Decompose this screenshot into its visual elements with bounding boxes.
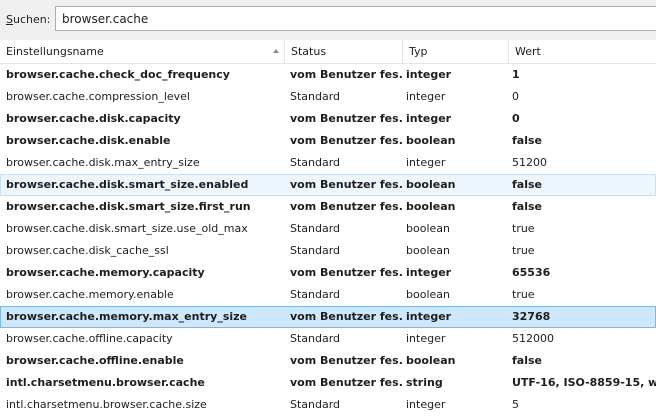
search-bar: Suchen: — [0, 0, 656, 41]
column-header-type[interactable]: Typ — [403, 40, 509, 63]
cell-status: Standard — [290, 332, 341, 345]
table-row[interactable]: browser.cache.disk_cache_ssl Standard bool… — [0, 240, 656, 262]
cell-type: boolean — [406, 354, 456, 367]
cell-name: browser.cache.disk.max_entry_size — [6, 156, 200, 169]
search-label: Suchen: — [6, 13, 51, 26]
cell-name: browser.cache.memory.enable — [6, 288, 174, 301]
cell-type: string — [406, 376, 443, 389]
cell-status: Standard — [290, 156, 341, 169]
cell-name: browser.cache.offline.capacity — [6, 332, 173, 345]
cell-status: vom Benutzer fes... — [290, 200, 403, 213]
cell-value: 32768 — [512, 310, 551, 323]
cell-name: browser.cache.disk.capacity — [6, 112, 181, 125]
cell-value: 65536 — [512, 266, 551, 279]
cell-name: browser.cache.disk_cache_ssl — [6, 244, 169, 257]
cell-type: integer — [406, 310, 452, 323]
cell-name: browser.cache.memory.capacity — [6, 266, 205, 279]
table-row[interactable]: browser.cache.offline.capacity Standard in… — [0, 328, 656, 350]
cell-name: intl.charsetmenu.browser.cache.size — [6, 398, 207, 411]
cell-type: integer — [406, 68, 452, 81]
cell-type: boolean — [406, 134, 456, 147]
cell-name: browser.cache.disk.smart_size.enabled — [6, 178, 249, 191]
cell-value: false — [512, 354, 542, 367]
cell-name: browser.cache.compression_level — [6, 90, 190, 103]
table-row[interactable]: browser.cache.disk.smart_size.first_run v… — [0, 196, 656, 218]
cell-value: true — [512, 244, 535, 257]
cell-type: boolean — [406, 222, 450, 235]
table-row[interactable]: browser.cache.disk.smart_size.use_old_ma… — [0, 218, 656, 240]
table-row[interactable]: browser.cache.compression_level Standard i… — [0, 86, 656, 108]
cell-type: integer — [406, 90, 446, 103]
cell-type: boolean — [406, 288, 450, 301]
table-row[interactable]: browser.cache.memory.capacity vom Benutze… — [0, 262, 656, 284]
cell-status: vom Benutzer fes... — [290, 266, 403, 279]
cell-status: Standard — [290, 288, 341, 301]
cell-value: true — [512, 288, 535, 301]
cell-status: vom Benutzer fes... — [290, 376, 403, 389]
cell-name: browser.cache.disk.smart_size.use_old_ma… — [6, 222, 248, 235]
cell-value: 51200 — [512, 156, 547, 169]
cell-value: 1 — [512, 68, 520, 81]
cell-name: browser.cache.memory.max_entry_size — [6, 310, 248, 323]
table-row[interactable]: browser.cache.disk.smart_size.enabled vom… — [0, 174, 656, 196]
cell-status: vom Benutzer fes... — [290, 178, 403, 191]
cell-name: browser.cache.disk.enable — [6, 134, 171, 147]
cell-status: Standard — [290, 398, 341, 411]
cell-type: integer — [406, 156, 446, 169]
cell-status: Standard — [290, 90, 341, 103]
table-row[interactable]: intl.charsetmenu.browser.cache.size Stand… — [0, 394, 656, 416]
table-header: Einstellungsname Status Typ Wert — [0, 40, 656, 64]
cell-status: Standard — [290, 244, 341, 257]
cell-type: boolean — [406, 200, 456, 213]
cell-type: integer — [406, 398, 446, 411]
cell-status: vom Benutzer fes... — [290, 354, 403, 367]
table-row[interactable]: browser.cache.disk.max_entry_size Standar… — [0, 152, 656, 174]
table-row[interactable]: browser.cache.offline.enable vom Benutzer… — [0, 350, 656, 372]
column-header-name[interactable]: Einstellungsname — [0, 40, 285, 63]
table-row[interactable]: browser.cache.memory.enable Standard boole… — [0, 284, 656, 306]
search-input[interactable] — [55, 6, 656, 31]
table-row[interactable]: browser.cache.check_doc_frequency vom Ben… — [0, 64, 656, 86]
table-row[interactable]: browser.cache.disk.enable vom Benutzer fe… — [0, 130, 656, 152]
table-body: browser.cache.check_doc_frequencyvom Ben… — [0, 64, 656, 416]
cell-name: browser.cache.check_doc_frequency — [6, 68, 230, 81]
cell-value: 0 — [512, 112, 520, 125]
cell-status: Standard — [290, 222, 341, 235]
column-header-value[interactable]: Wert — [509, 40, 656, 63]
table-row[interactable]: browser.cache.memory.max_entry_size vom B… — [0, 306, 656, 328]
cell-name: browser.cache.disk.smart_size.first_run — [6, 200, 251, 213]
cell-value: 512000 — [512, 332, 554, 345]
cell-type: boolean — [406, 178, 456, 191]
cell-value: true — [512, 222, 535, 235]
sort-ascending-icon — [273, 49, 279, 53]
cell-value: false — [512, 178, 542, 191]
cell-status: vom Benutzer fes... — [290, 112, 403, 125]
cell-status: vom Benutzer fes... — [290, 134, 403, 147]
cell-type: integer — [406, 266, 452, 279]
cell-name: browser.cache.offline.enable — [6, 354, 184, 367]
table-row[interactable]: intl.charsetmenu.browser.cache vom Benutz… — [0, 372, 656, 394]
cell-type: boolean — [406, 244, 450, 257]
column-header-status[interactable]: Status — [285, 40, 403, 63]
cell-value: false — [512, 134, 542, 147]
table-row[interactable]: browser.cache.disk.capacity vom Benutzer … — [0, 108, 656, 130]
cell-status: vom Benutzer fes... — [290, 68, 403, 81]
cell-value: false — [512, 200, 542, 213]
cell-value: 0 — [512, 90, 519, 103]
cell-value: UTF-16, ISO-8859-15, win — [512, 376, 656, 389]
preferences-table: Einstellungsname Status Typ Wert browser… — [0, 40, 656, 418]
cell-value: 5 — [512, 398, 519, 411]
cell-status: vom Benutzer fes... — [290, 310, 403, 323]
cell-name: intl.charsetmenu.browser.cache — [6, 376, 205, 389]
cell-type: integer — [406, 112, 452, 125]
cell-type: integer — [406, 332, 446, 345]
